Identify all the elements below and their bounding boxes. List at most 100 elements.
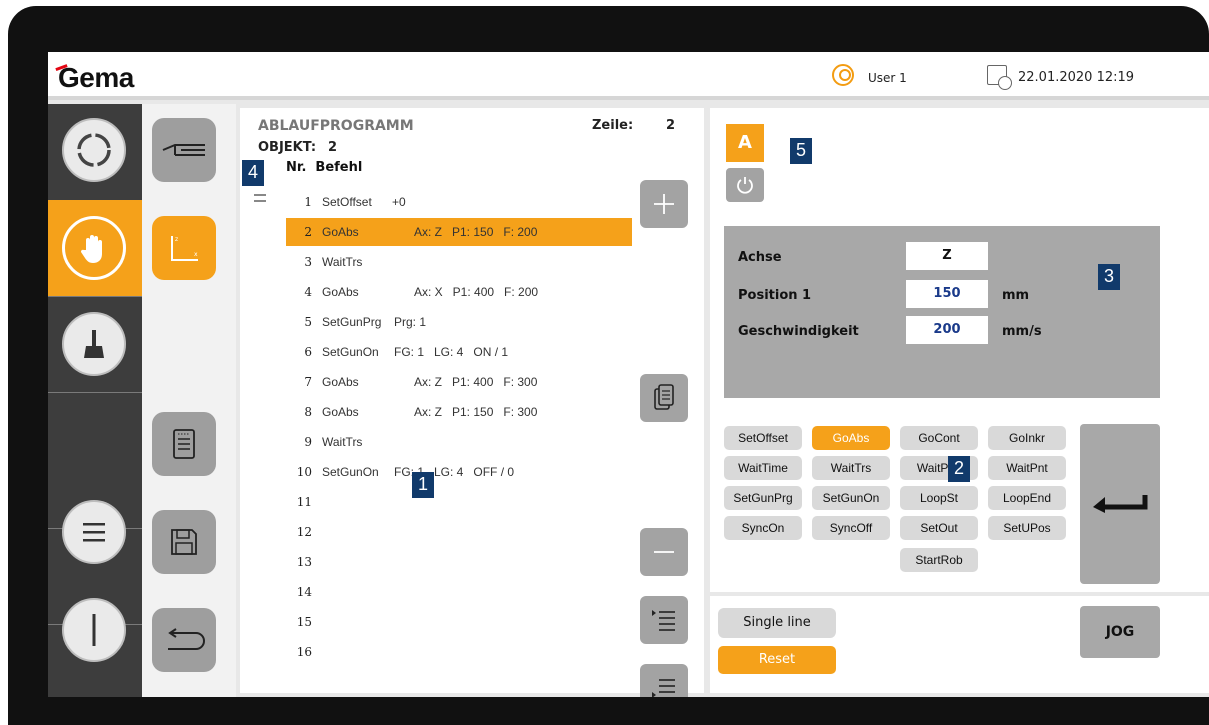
position-field[interactable]: 150 [906, 280, 988, 308]
command-button-setgunprg[interactable]: SetGunPrg [724, 486, 802, 510]
svg-text:z: z [175, 236, 178, 243]
command-button-loopend[interactable]: LoopEnd [988, 486, 1066, 510]
save-button[interactable] [152, 510, 216, 574]
copy-line-button[interactable] [640, 374, 688, 422]
position-label: Position 1 [738, 288, 812, 303]
program-row[interactable]: 3 WaitTrs [286, 248, 632, 276]
power-button[interactable] [726, 168, 764, 202]
command-button-loopst[interactable]: LoopSt [900, 486, 978, 510]
row-number: 12 [296, 525, 312, 539]
program-row[interactable]: 14 [286, 578, 632, 606]
program-row[interactable]: 11 [286, 488, 632, 516]
enter-arrow-icon [1093, 495, 1148, 513]
row-number: 9 [304, 435, 312, 449]
program-row[interactable]: 10 SetGunOn FG: 1 LG: 4 OFF / 0 [286, 458, 632, 486]
spray-gun-icon [162, 144, 205, 156]
row-command: GoAbs [322, 405, 359, 419]
row-parameters: +0 [392, 195, 406, 209]
program-row[interactable]: 15 [286, 608, 632, 636]
command-panel: A 5 Achse Z Position 1 150 mm Geschwindi… [710, 108, 1209, 592]
overview-button[interactable] [62, 118, 126, 182]
user-icon[interactable] [832, 64, 854, 86]
row-command: SetGunOn [322, 345, 379, 359]
command-button-syncon[interactable]: SyncOn [724, 516, 802, 540]
program-row[interactable]: 6 SetGunOn FG: 1 LG: 4 ON / 1 [286, 338, 632, 366]
command-button-gocont[interactable]: GoCont [900, 426, 978, 450]
row-number: 7 [304, 375, 312, 389]
program-row[interactable]: 12 [286, 518, 632, 546]
command-button-waittrs[interactable]: WaitTrs [812, 456, 890, 480]
cleaning-button[interactable] [62, 312, 126, 376]
row-command: SetOffset [322, 195, 372, 209]
single-line-button[interactable]: Single line [718, 608, 836, 638]
command-button-setupos[interactable]: SetUPos [988, 516, 1066, 540]
floppy-disk-icon [171, 529, 197, 555]
command-button-goabs[interactable]: GoAbs [812, 426, 890, 450]
gun-button[interactable] [152, 118, 216, 182]
document-icon [173, 429, 195, 459]
row-parameters: Prg: 1 [394, 315, 427, 329]
program-row[interactable]: 7 GoAbs Ax: Z P1: 400 F: 300 [286, 368, 632, 396]
insert-above-icon [652, 610, 675, 631]
add-line-button[interactable] [640, 180, 688, 228]
program-row[interactable]: 2 GoAbs Ax: Z P1: 150 F: 200 [286, 218, 632, 246]
speed-field[interactable]: 200 [906, 316, 988, 344]
ring-icon [77, 133, 111, 167]
callout-badge-1: 1 [412, 472, 434, 498]
enter-button[interactable] [1080, 424, 1160, 584]
row-number: 3 [304, 255, 312, 269]
command-button-setout[interactable]: SetOut [900, 516, 978, 540]
program-row[interactable]: 4 GoAbs Ax: X P1: 400 F: 200 [286, 278, 632, 306]
axis-button[interactable]: z x [152, 216, 216, 280]
list-document-button[interactable] [152, 412, 216, 476]
axis-icon: z x [171, 236, 198, 261]
object-value: 2 [328, 140, 338, 155]
command-button-startrob[interactable]: StartRob [900, 548, 978, 572]
program-row[interactable]: 16 [286, 638, 632, 666]
row-number: 13 [296, 555, 312, 569]
command-button-setoffset[interactable]: SetOffset [724, 426, 802, 450]
row-number: 10 [296, 465, 312, 479]
command-button-setgunon[interactable]: SetGunOn [812, 486, 890, 510]
axis-field[interactable]: Z [906, 242, 988, 270]
command-button-waitpnt[interactable]: WaitPnt [988, 456, 1066, 480]
command-button-goinkr[interactable]: GoInkr [988, 426, 1066, 450]
hmi-screen: Gema User 1 22.01.2020 12:19 z x ABLAUFP… [48, 52, 1209, 697]
auto-mode-button[interactable]: A [726, 124, 764, 162]
line-value: 2 [666, 118, 676, 133]
back-button[interactable] [152, 608, 216, 672]
header-bar: Gema User 1 22.01.2020 12:19 [48, 52, 1209, 100]
program-row[interactable]: 1 SetOffset +0 [286, 188, 632, 216]
row-command: SetGunPrg [322, 315, 382, 329]
power-switch-button[interactable] [62, 598, 126, 662]
row-number: 6 [304, 345, 312, 359]
command-button-syncoff[interactable]: SyncOff [812, 516, 890, 540]
execution-panel: Single line Reset JOG [710, 596, 1209, 693]
row-number: 16 [296, 645, 312, 659]
row-parameters: Ax: Z P1: 150 F: 300 [414, 405, 538, 419]
calendar-clock-icon [987, 65, 1012, 90]
row-number: 11 [296, 495, 312, 509]
column-header: Nr. Befehl [286, 160, 363, 175]
user-label[interactable]: User 1 [868, 71, 907, 85]
command-button-waittime[interactable]: WaitTime [724, 456, 802, 480]
menu-button[interactable] [62, 500, 126, 564]
line-label: Zeile: [592, 118, 634, 133]
manual-mode-button[interactable] [62, 216, 126, 280]
insert-above-button[interactable] [640, 596, 688, 644]
drag-handle-icon[interactable] [254, 194, 266, 202]
program-row[interactable]: 8 GoAbs Ax: Z P1: 150 F: 300 [286, 398, 632, 426]
callout-badge-4: 4 [242, 160, 264, 186]
program-row[interactable]: 5 SetGunPrg Prg: 1 [286, 308, 632, 336]
position-unit: mm [1002, 288, 1030, 303]
program-row[interactable]: 9 WaitTrs [286, 428, 632, 456]
return-arrow-icon [168, 628, 205, 650]
jog-button[interactable]: JOG [1080, 606, 1160, 658]
insert-below-button[interactable] [640, 664, 688, 697]
reset-button[interactable]: Reset [718, 646, 836, 674]
menu-icon [83, 523, 105, 542]
gema-logo: Gema [58, 62, 134, 93]
axis-label: Achse [738, 250, 782, 265]
program-row[interactable]: 13 [286, 548, 632, 576]
delete-line-button[interactable] [640, 528, 688, 576]
